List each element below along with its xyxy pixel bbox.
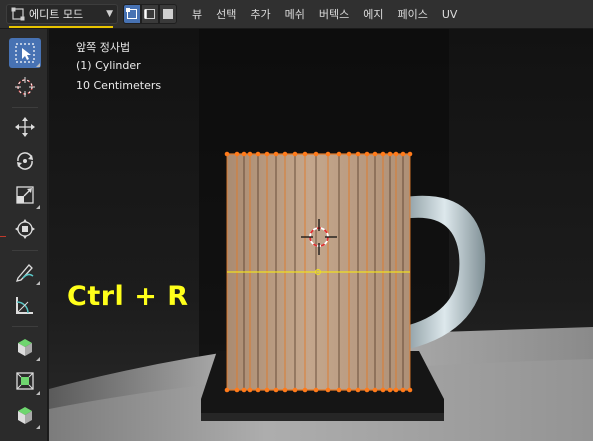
- scale-label: 10 Centimeters: [76, 79, 162, 92]
- extrude-icon: [16, 372, 34, 390]
- edge-marker: [0, 236, 6, 237]
- add-cube-icon: [18, 339, 32, 356]
- select-box-icon: [15, 43, 35, 63]
- scale-icon: [16, 186, 34, 204]
- mode-underline: [9, 26, 113, 28]
- chevron-down-icon: ▼: [106, 9, 113, 19]
- annotate-icon: [16, 264, 34, 282]
- shortcut-overlay: Ctrl + R: [67, 281, 189, 312]
- menu-vertex[interactable]: 버텍스: [312, 0, 356, 29]
- edge-select-icon: [144, 9, 155, 19]
- tool-options-corner: [36, 63, 40, 67]
- vertex-select-button[interactable]: [123, 4, 141, 24]
- transform-tool[interactable]: [9, 214, 41, 244]
- tool-options-corner: [36, 205, 40, 209]
- tool-options-corner: [36, 391, 40, 395]
- annotate-tool[interactable]: [9, 256, 41, 286]
- menu-face[interactable]: 페이스: [391, 0, 435, 29]
- object-name: (1) Cylinder: [76, 59, 141, 72]
- toolbar-separator: [12, 250, 38, 251]
- transform-icon: [15, 219, 35, 239]
- menu-edge[interactable]: 에지: [356, 0, 390, 29]
- inset-tool[interactable]: [9, 400, 41, 430]
- extrude-tool[interactable]: [9, 366, 41, 396]
- header-menus: 뷰 선택 추가 메쉬 버텍스 에지 페이스 UV: [185, 0, 464, 29]
- menu-mesh[interactable]: 메쉬: [278, 0, 312, 29]
- face-select-button[interactable]: [159, 4, 177, 24]
- measure-icon: [16, 297, 33, 314]
- tool-options-corner: [36, 281, 40, 285]
- mode-dropdown[interactable]: 에디트 모드 ▼: [6, 4, 118, 24]
- 3d-viewport[interactable]: 앞쪽 정사법 (1) Cylinder 10 Centimeters Ctrl …: [49, 29, 593, 441]
- menu-view[interactable]: 뷰: [185, 0, 209, 29]
- select-mode-group: [123, 4, 177, 24]
- scale-tool[interactable]: [9, 180, 41, 210]
- mode-label: 에디트 모드: [29, 8, 84, 21]
- view-name: 앞쪽 정사법: [76, 41, 131, 54]
- toolbar-separator: [12, 107, 38, 108]
- move-tool[interactable]: [9, 112, 41, 142]
- menu-add[interactable]: 추가: [243, 0, 277, 29]
- cursor-icon: [15, 77, 35, 97]
- tool-shelf: [0, 29, 48, 441]
- cursor-tool[interactable]: [9, 72, 41, 102]
- select-box-tool[interactable]: [9, 38, 41, 68]
- add-cube-tool[interactable]: [9, 332, 41, 362]
- rotate-tool[interactable]: [9, 146, 41, 176]
- edge-select-button[interactable]: [141, 4, 159, 24]
- tool-options-corner: [36, 425, 40, 429]
- viewport-header: 에디트 모드 ▼ 뷰 선택 추가 메쉬 버텍스 에지 페이스 UV: [0, 0, 593, 29]
- edit-mode-icon: [11, 7, 25, 21]
- move-icon: [15, 117, 35, 137]
- inset-icon: [18, 407, 32, 424]
- toolbar-separator: [12, 326, 38, 327]
- measure-tool[interactable]: [9, 290, 41, 320]
- rotate-icon: [17, 152, 33, 170]
- menu-uv[interactable]: UV: [435, 0, 465, 29]
- tool-options-corner: [36, 357, 40, 361]
- vertex-select-icon: [126, 8, 137, 19]
- menu-select[interactable]: 선택: [209, 0, 243, 29]
- face-select-icon: [163, 9, 173, 19]
